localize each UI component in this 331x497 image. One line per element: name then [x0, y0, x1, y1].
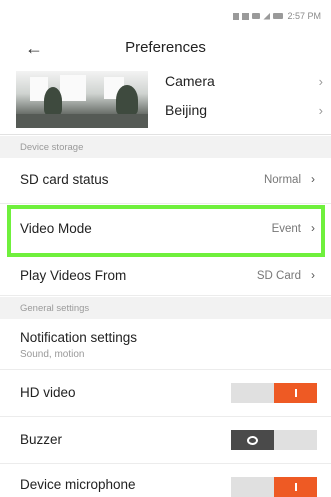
battery-icon [273, 13, 284, 19]
chevron-right-icon: › [311, 221, 315, 235]
toggle-knob [274, 477, 317, 497]
notification-settings-row[interactable]: Notification settings Sound, motion [0, 320, 331, 370]
hd-video-row: HD video [0, 371, 331, 417]
thumb-plant [116, 85, 138, 115]
camera-thumbnail[interactable] [16, 71, 148, 128]
chevron-right-icon: › [311, 172, 315, 186]
play-videos-from-row[interactable]: Play Videos From SD Card › [0, 258, 331, 296]
status-icons [233, 12, 284, 20]
buzzer-row: Buzzer [0, 418, 331, 464]
device-microphone-toggle[interactable] [231, 477, 317, 497]
notification-settings-sub: Sound, motion [20, 349, 85, 360]
device-location: Beijing [165, 102, 208, 118]
device-location-row[interactable]: Beijing › [165, 96, 331, 124]
page-title: Preferences [125, 39, 206, 56]
wifi-icon [252, 13, 261, 19]
chevron-right-icon: › [318, 73, 323, 89]
toggle-knob [274, 383, 317, 403]
section-general-settings: General settings [0, 297, 331, 319]
sd-card-status-row[interactable]: SD card status Normal › [0, 158, 331, 204]
device-microphone-label: Device microphone [20, 477, 136, 492]
buzzer-label: Buzzer [20, 432, 63, 447]
play-videos-from-value: SD Card [256, 270, 301, 282]
hd-video-label: HD video [20, 385, 76, 400]
sd-card-status-value: Normal [263, 174, 301, 186]
device-name: Camera [165, 73, 215, 89]
gallery-icon [242, 12, 250, 20]
device-card: Camera › Beijing › [0, 64, 331, 135]
status-bar: 2:57 PM [0, 0, 331, 32]
sd-card-status-label: SD card status [20, 172, 109, 187]
video-mode-row[interactable]: Video Mode Event › [0, 205, 331, 257]
thumb-plant [44, 87, 62, 115]
notification-icon [233, 12, 240, 20]
video-mode-value: Event [271, 223, 301, 235]
device-name-row[interactable]: Camera › [165, 67, 331, 95]
thumb-floor [16, 114, 148, 128]
video-mode-label: Video Mode [20, 221, 92, 236]
chevron-right-icon: › [311, 268, 315, 282]
app-bar: ← Preferences [0, 32, 331, 64]
chevron-right-icon: › [318, 102, 323, 118]
device-microphone-row: Device microphone [0, 465, 331, 497]
toggle-knob [231, 430, 274, 450]
thumb-window [60, 75, 86, 101]
buzzer-toggle[interactable] [231, 430, 317, 450]
status-time: 2:57 PM [287, 11, 321, 21]
notification-settings-label: Notification settings [20, 330, 138, 345]
signal-icon [263, 12, 271, 20]
play-videos-from-label: Play Videos From [20, 268, 127, 283]
hd-video-toggle[interactable] [231, 383, 317, 403]
section-device-storage: Device storage [0, 136, 331, 158]
